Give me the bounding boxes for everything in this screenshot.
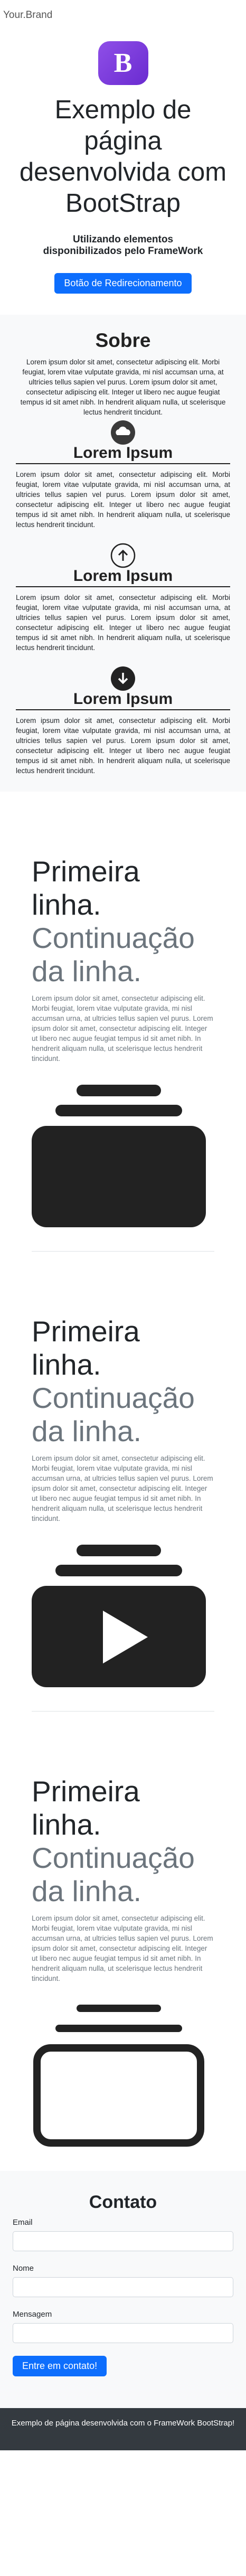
hero-subtitle: Utilizando elementos disponibilizados pe… <box>43 234 203 257</box>
upload-circle-icon <box>110 543 136 568</box>
email-label: Email <box>13 2218 33 2227</box>
collection-outline-icon <box>33 2005 204 2147</box>
contato-section: Contato Email Nome Mensagem Entre em con… <box>0 2171 246 2408</box>
feature-text: Lorem ipsum dolor sit amet, consectetur … <box>32 1454 213 1522</box>
collection-fill-icon <box>32 1085 206 1227</box>
sobre-text: Lorem ipsum dolor sit amet, consectetur … <box>20 358 226 416</box>
hero-section: B Exemplo de página desenvolvida com Boo… <box>0 31 246 315</box>
contato-title: Contato <box>89 2192 157 2212</box>
feature-title: Primeira linha. <box>32 1315 140 1381</box>
feature-3: Primeira linha. Continuação da linha. Lo… <box>0 1712 246 2171</box>
brand-link[interactable]: Your.Brand <box>3 10 52 21</box>
feature-text: Lorem ipsum dolor sit amet, consectetur … <box>32 994 213 1063</box>
feature-text: Lorem ipsum dolor sit amet, consectetur … <box>32 1914 213 1982</box>
redirect-button[interactable]: Botão de Redirecionamento <box>54 273 192 294</box>
collection-play-icon <box>32 1545 206 1687</box>
message-field[interactable] <box>13 2323 233 2343</box>
sobre-section: Sobre Lorem ipsum dolor sit amet, consec… <box>0 315 246 792</box>
feature-2: Primeira linha. Continuação da linha. Lo… <box>0 1252 246 1711</box>
sobre-item-1: Lorem Ipsum Lorem ipsum dolor sit amet, … <box>16 419 230 530</box>
footer: Exemplo de página desenvolvida com o Fra… <box>0 2408 246 2450</box>
feature-subtitle: Continuação da linha. <box>32 1381 195 1447</box>
sobre-item-text: Lorem ipsum dolor sit amet, consectetur … <box>16 471 230 529</box>
sobre-item-text: Lorem ipsum dolor sit amet, consectetur … <box>16 717 230 775</box>
download-circle-icon <box>111 666 135 691</box>
feature-subtitle: Continuação da linha. <box>32 1841 195 1907</box>
sobre-title: Sobre <box>95 330 151 351</box>
footer-text: Exemplo de página desenvolvida com o Fra… <box>11 2419 235 2428</box>
sobre-item-title: Lorem Ipsum <box>73 567 173 585</box>
sobre-item-title: Lorem Ipsum <box>73 444 173 462</box>
name-label: Nome <box>13 2264 34 2273</box>
name-field[interactable] <box>13 2277 233 2297</box>
divider <box>16 586 230 587</box>
feature-title: Primeira linha. <box>32 1775 140 1841</box>
sobre-item-text: Lorem ipsum dolor sit amet, consectetur … <box>16 594 230 652</box>
sobre-item-2: Lorem Ipsum Lorem ipsum dolor sit amet, … <box>16 542 230 653</box>
feature-subtitle: Continuação da linha. <box>32 922 195 988</box>
feature-title: Primeira linha. <box>32 855 140 921</box>
bootstrap-logo-icon: B <box>98 41 148 85</box>
feature-1: Primeira linha. Continuação da linha. Lo… <box>0 792 246 1251</box>
cloud-icon <box>111 420 135 445</box>
navbar: Your.Brand <box>0 0 246 31</box>
divider <box>16 709 230 710</box>
sobre-item-title: Lorem Ipsum <box>73 690 173 708</box>
email-field[interactable] <box>13 2231 233 2251</box>
contact-button[interactable]: Entre em contato! <box>13 2356 107 2376</box>
message-label: Mensagem <box>13 2310 52 2319</box>
sobre-item-3: Lorem Ipsum Lorem ipsum dolor sit amet, … <box>16 665 230 776</box>
logo-letter: B <box>113 48 133 78</box>
divider <box>16 463 230 464</box>
hero-title: Exemplo de página desenvolvida com BootS… <box>19 96 227 218</box>
